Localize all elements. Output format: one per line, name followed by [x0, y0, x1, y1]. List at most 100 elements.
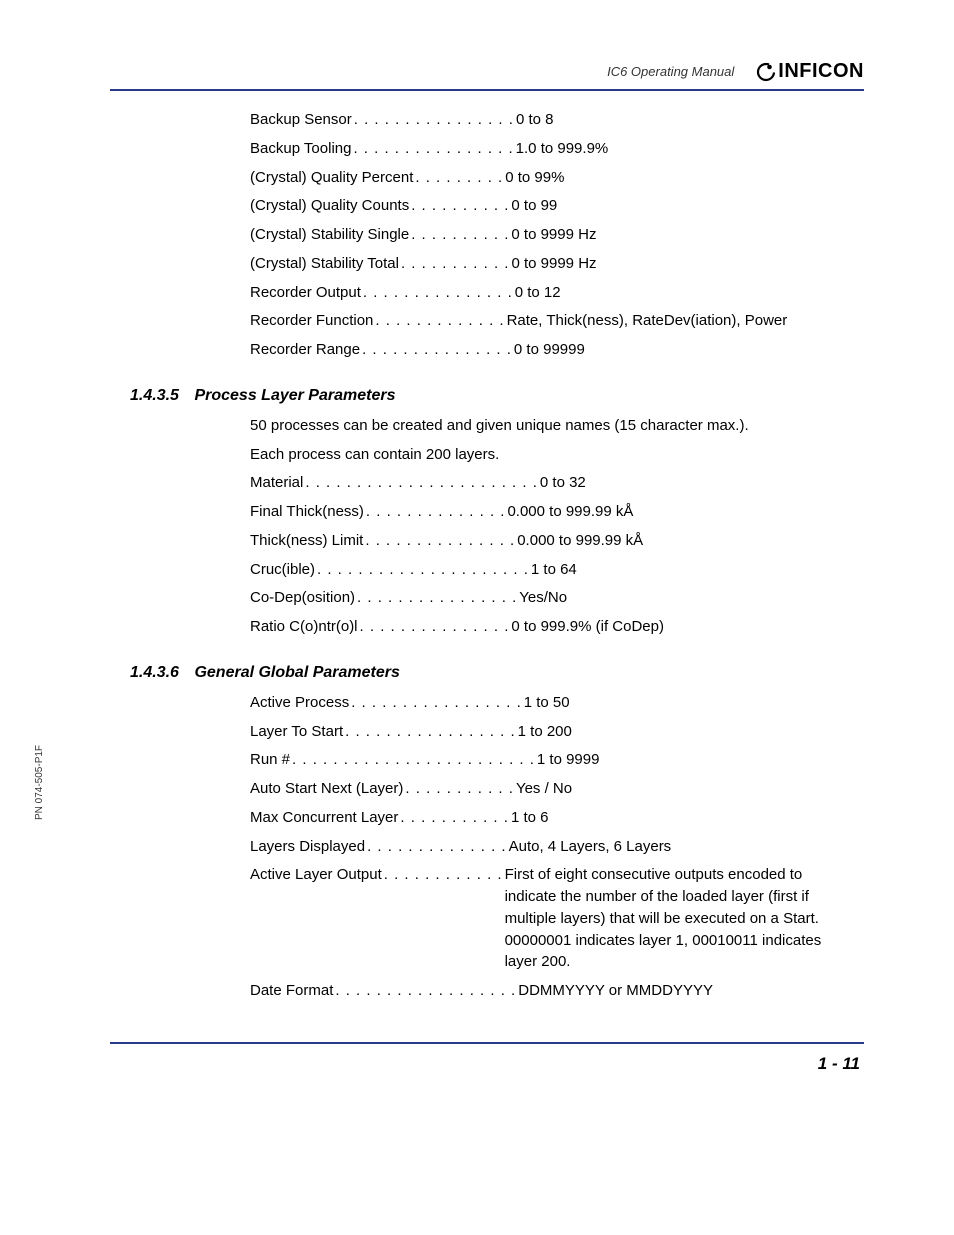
parameter-label: Ratio C(o)ntr(o)l	[250, 616, 358, 638]
parameter-label: Date Format	[250, 980, 333, 1002]
parameter-value: 0 to 99999	[514, 339, 854, 361]
dot-leader: . . . . . . . . . . .	[398, 807, 511, 829]
inficon-mark-icon	[756, 62, 776, 82]
parameter-value: DDMMYYYY or MMDDYYYY	[518, 980, 854, 1002]
header-rule	[110, 89, 864, 91]
parameter-value: 1 to 200	[518, 721, 854, 743]
parameter-row: Layers Displayed . . . . . . . . . . . .…	[250, 836, 854, 858]
parameter-value: 0 to 99%	[505, 167, 854, 189]
dot-leader: . . . . . . . . . . . . . . . .	[352, 109, 516, 131]
parameter-row: Cruc(ible) . . . . . . . . . . . . . . .…	[250, 559, 854, 581]
parameter-row: (Crystal) Stability Total . . . . . . . …	[250, 253, 854, 275]
section-number: 1.4.3.5	[130, 387, 190, 405]
parameter-row: Active Process . . . . . . . . . . . . .…	[250, 692, 854, 714]
section-title: Process Layer Parameters	[194, 387, 395, 404]
parameter-value: 1.0 to 999.9%	[516, 138, 854, 160]
footer-rule	[110, 1042, 864, 1044]
parameter-row: Date Format . . . . . . . . . . . . . . …	[250, 980, 854, 1002]
parameter-label: Layers Displayed	[250, 836, 365, 858]
parameter-label: (Crystal) Stability Total	[250, 253, 399, 275]
dot-leader: . . . . . . . . . . . . . .	[365, 836, 509, 858]
parameter-label: (Crystal) Quality Percent	[250, 167, 413, 189]
dot-leader: . . . . . . . . . . . . . . .	[363, 530, 517, 552]
parameter-value: 0.000 to 999.99 kÅ	[517, 530, 854, 552]
parameter-row: Co-Dep(osition) . . . . . . . . . . . . …	[250, 587, 854, 609]
dot-leader: . . . . . . . . . . . . . . . . . . . . …	[290, 749, 537, 771]
parameter-label: Max Concurrent Layer	[250, 807, 398, 829]
parameter-label: Material	[250, 472, 303, 494]
parameter-value: 0 to 999.9% (if CoDep)	[511, 616, 854, 638]
parameter-value: First of eight consecutive outputs encod…	[505, 864, 854, 973]
parameter-label: Layer To Start	[250, 721, 343, 743]
parameter-value: 0 to 9999 Hz	[511, 253, 854, 275]
parameter-value: Yes/No	[519, 587, 854, 609]
dot-leader: . . . . . . . . . . . . . . .	[360, 339, 514, 361]
dot-leader: . . . . . . . . . .	[409, 195, 511, 217]
dot-leader: . . . . . . . . . . . .	[382, 864, 505, 886]
parameter-label: Thick(ness) Limit	[250, 530, 363, 552]
dot-leader: . . . . . . . . . . . . . . . . . .	[333, 980, 518, 1002]
page-header: IC6 Operating Manual INFICON	[110, 60, 864, 83]
parameter-label: Cruc(ible)	[250, 559, 315, 581]
parameter-row: Material . . . . . . . . . . . . . . . .…	[250, 472, 854, 494]
side-part-number: PN 074-505-P1F	[34, 745, 45, 820]
section-title: General Global Parameters	[194, 664, 399, 681]
parameter-value: 0 to 99	[511, 195, 854, 217]
parameter-row: Run # . . . . . . . . . . . . . . . . . …	[250, 749, 854, 771]
dot-leader: . . . . . . . . . . . . . . .	[358, 616, 512, 638]
section-heading-1435: 1.4.3.5 Process Layer Parameters	[130, 387, 864, 405]
parameter-value: 0.000 to 999.99 kÅ	[507, 501, 854, 523]
section-1435-parameter-list: Material . . . . . . . . . . . . . . . .…	[250, 472, 854, 638]
parameter-value: Yes / No	[516, 778, 854, 800]
parameter-value: 0 to 32	[540, 472, 854, 494]
section-1436-parameter-list: Active Process . . . . . . . . . . . . .…	[250, 692, 854, 1002]
parameter-label: Active Layer Output	[250, 864, 382, 886]
brand-text: INFICON	[778, 60, 864, 83]
manual-title: IC6 Operating Manual	[607, 64, 734, 79]
dot-leader: . . . . . . . . . . .	[399, 253, 512, 275]
dot-leader: . . . . . . . . . . . . . . .	[361, 282, 515, 304]
parameter-value: 0 to 12	[515, 282, 854, 304]
parameter-row: Recorder Output . . . . . . . . . . . . …	[250, 282, 854, 304]
parameter-label: Co-Dep(osition)	[250, 587, 355, 609]
parameter-row: Recorder Function . . . . . . . . . . . …	[250, 310, 854, 332]
parameter-value: 1 to 9999	[537, 749, 854, 771]
parameter-row: (Crystal) Quality Percent . . . . . . . …	[250, 167, 854, 189]
parameter-row: Auto Start Next (Layer) . . . . . . . . …	[250, 778, 854, 800]
section-number: 1.4.3.6	[130, 664, 190, 682]
parameter-label: Recorder Range	[250, 339, 360, 361]
parameter-value: Auto, 4 Layers, 6 Layers	[509, 836, 854, 858]
dot-leader: . . . . . . . . . .	[409, 224, 511, 246]
parameter-value: 0 to 9999 Hz	[511, 224, 854, 246]
dot-leader: . . . . . . . . .	[413, 167, 505, 189]
dot-leader: . . . . . . . . . . . . . . . .	[355, 587, 519, 609]
parameter-row: Active Layer Output . . . . . . . . . . …	[250, 864, 854, 973]
parameter-row: Max Concurrent Layer . . . . . . . . . .…	[250, 807, 854, 829]
parameter-row: (Crystal) Stability Single . . . . . . .…	[250, 224, 854, 246]
dot-leader: . . . . . . . . . . . . . . . . . . . . …	[315, 559, 531, 581]
dot-leader: . . . . . . . . . . . . . . . . .	[349, 692, 524, 714]
parameter-label: Backup Tooling	[250, 138, 351, 160]
dot-leader: . . . . . . . . . . . . . . . . .	[343, 721, 518, 743]
section-heading-1436: 1.4.3.6 General Global Parameters	[130, 664, 864, 682]
dot-leader: . . . . . . . . . . . . . . . . . . . . …	[303, 472, 540, 494]
parameter-label: Run #	[250, 749, 290, 771]
parameter-row: Recorder Range . . . . . . . . . . . . .…	[250, 339, 854, 361]
dot-leader: . . . . . . . . . . . . . .	[364, 501, 508, 523]
parameter-label: (Crystal) Quality Counts	[250, 195, 409, 217]
brand-logo: INFICON	[756, 60, 864, 83]
parameter-row: Layer To Start . . . . . . . . . . . . .…	[250, 721, 854, 743]
parameter-value: 1 to 64	[531, 559, 854, 581]
parameter-row: Backup Tooling . . . . . . . . . . . . .…	[250, 138, 854, 160]
parameter-value: Rate, Thick(ness), RateDev(iation), Powe…	[507, 310, 854, 332]
parameter-label: Active Process	[250, 692, 349, 714]
parameter-row: Ratio C(o)ntr(o)l . . . . . . . . . . . …	[250, 616, 854, 638]
parameter-value: 0 to 8	[516, 109, 854, 131]
dot-leader: . . . . . . . . . . . . .	[373, 310, 506, 332]
parameter-row: Backup Sensor . . . . . . . . . . . . . …	[250, 109, 854, 131]
parameter-label: Recorder Output	[250, 282, 361, 304]
section-1435-intro-2: Each process can contain 200 layers.	[250, 444, 864, 466]
dot-leader: . . . . . . . . . . . . . . . .	[351, 138, 515, 160]
parameter-label: Auto Start Next (Layer)	[250, 778, 403, 800]
parameter-label: Final Thick(ness)	[250, 501, 364, 523]
